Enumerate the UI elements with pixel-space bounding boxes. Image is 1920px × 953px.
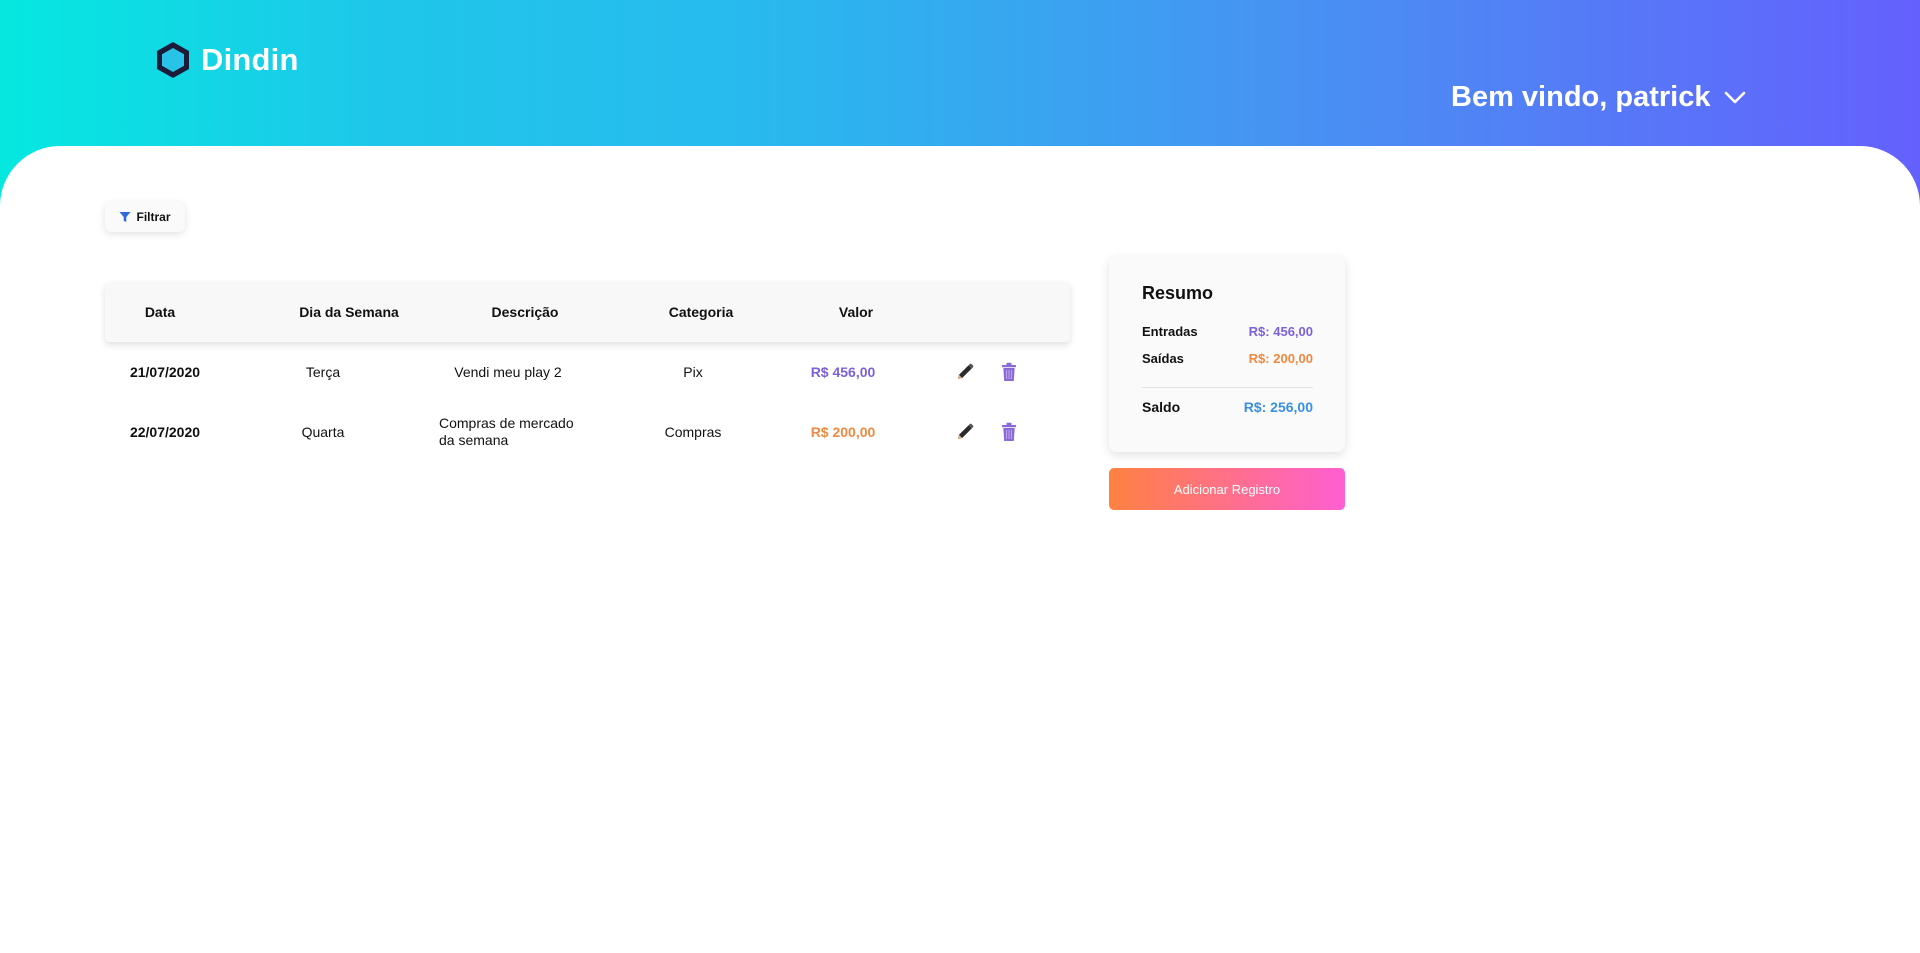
summary-saldo-row: Saldo R$: 256,00 [1142,399,1313,415]
filter-button[interactable]: Filtrar [105,202,185,232]
cell-category: Compras [664,424,722,440]
cell-description: Compras de mercado da semana [439,415,574,448]
pencil-icon[interactable] [955,422,975,442]
table-row: 21/07/2020 Terça Vendi meu play 2 Pix R$… [105,342,1070,402]
column-header-weekday[interactable]: Dia da Semana [299,282,399,342]
column-header-date[interactable]: Data [145,282,175,342]
trash-icon[interactable] [1001,422,1017,442]
top-header: Dindin Bem vindo, patrick [0,0,1920,146]
filter-label: Filtrar [136,210,171,224]
summary-divider [1142,387,1313,388]
cell-value: R$ 200,00 [810,424,876,440]
summary-card: Resumo Entradas R$: 456,00 Saídas R$: 20… [1109,256,1345,452]
pencil-icon[interactable] [955,362,975,382]
main-content: Filtrar Data Dia da Semana Descrição Cat… [0,146,1920,953]
app-logo[interactable]: Dindin [155,40,299,80]
saidas-label: Saídas [1142,351,1184,366]
add-record-label: Adicionar Registro [1173,481,1281,497]
cell-description: Vendi meu play 2 [454,364,562,380]
filter-icon [119,212,131,222]
entradas-label: Entradas [1142,324,1198,339]
trash-icon[interactable] [1001,362,1017,382]
entradas-value: R$: 456,00 [1248,324,1313,339]
table-header: Data Dia da Semana Descrição Categoria V… [105,282,1070,342]
summary-title: Resumo [1142,283,1214,303]
transactions-table: Data Dia da Semana Descrição Categoria V… [105,282,1070,462]
app-name: Dindin [201,42,299,77]
column-header-category[interactable]: Categoria [669,282,734,342]
column-header-description[interactable]: Descrição [492,282,559,342]
summary-entradas-row: Entradas R$: 456,00 [1142,324,1313,339]
cell-weekday: Terça [305,364,341,380]
cell-category: Pix [683,364,703,380]
table-row: 22/07/2020 Quarta Compras de mercado da … [105,402,1070,462]
chevron-down-icon[interactable] [1724,91,1746,105]
cell-weekday: Quarta [301,424,345,440]
add-record-button[interactable]: Adicionar Registro [1109,468,1345,510]
saldo-label: Saldo [1142,399,1181,415]
cell-date: 21/07/2020 [129,364,201,380]
welcome-text: Bem vindo, patrick [1451,81,1711,113]
summary-saidas-row: Saídas R$: 200,00 [1142,351,1313,366]
cell-value: R$ 456,00 [810,364,876,380]
cell-date: 22/07/2020 [129,424,201,440]
user-menu[interactable]: Bem vindo, patrick [1451,81,1746,114]
saidas-value: R$: 200,00 [1248,351,1313,366]
column-header-value[interactable]: Valor [839,282,873,342]
saldo-value: R$: 256,00 [1243,399,1313,415]
hexagon-logo-icon [157,42,189,78]
